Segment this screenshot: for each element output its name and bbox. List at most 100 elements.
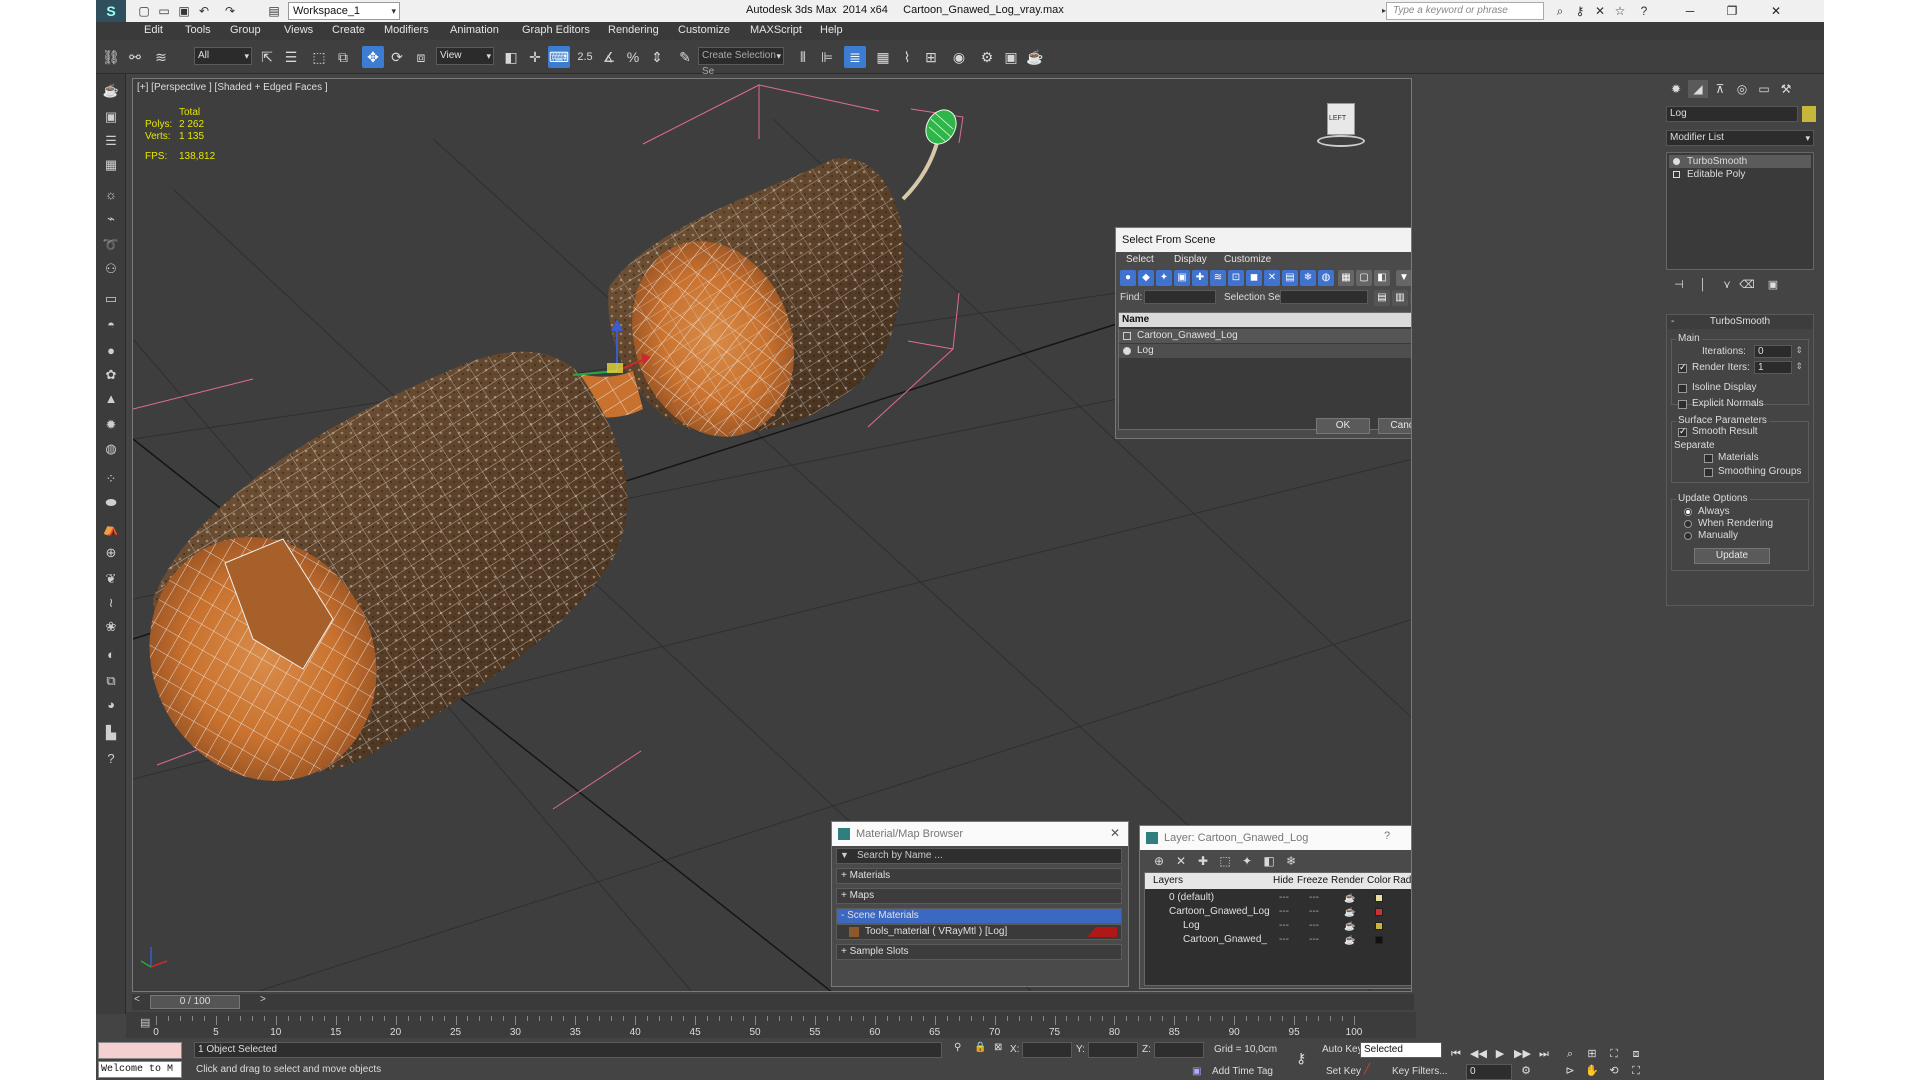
sfs-lights-filter-icon[interactable]: ✦ bbox=[1156, 270, 1172, 286]
rendered-frame-window-icon[interactable]: ▣ bbox=[1000, 46, 1022, 68]
torus-knot-icon[interactable]: ✿ bbox=[100, 364, 122, 386]
sfs-frozen-filter-icon[interactable]: ❄ bbox=[1300, 270, 1316, 286]
reference-coord-dropdown[interactable]: View bbox=[436, 47, 494, 65]
binoculars-icon[interactable]: ⌕ bbox=[1552, 3, 1568, 19]
sfs-helpers-filter-icon[interactable]: ✚ bbox=[1192, 270, 1208, 286]
snaps-toggle-icon[interactable]: 2.5 bbox=[574, 46, 596, 68]
render-iters-spinner[interactable]: 1 bbox=[1754, 361, 1803, 374]
redo-icon[interactable]: ↷ bbox=[222, 3, 238, 19]
layer-color-swatch[interactable] bbox=[1375, 936, 1383, 944]
separate-smoothing-checkbox[interactable] bbox=[1704, 468, 1713, 477]
menu-rendering[interactable]: Rendering bbox=[608, 24, 659, 36]
object-name-field[interactable]: Log bbox=[1666, 106, 1798, 122]
viewport-label[interactable]: [+] [Perspective ] [Shaded + Edged Faces… bbox=[137, 82, 328, 93]
project-folder-icon[interactable]: ▤ bbox=[266, 3, 282, 19]
layer-color-swatch[interactable] bbox=[1375, 922, 1383, 930]
auto-key-button[interactable]: Auto Key bbox=[1322, 1044, 1363, 1055]
key-icon[interactable]: ⚷ bbox=[1572, 3, 1588, 19]
sfs-display-none-icon[interactable]: ▢ bbox=[1356, 270, 1372, 286]
graphite-ribbon-icon[interactable]: ▦ bbox=[872, 46, 894, 68]
freeze-toggle[interactable]: --- bbox=[1309, 905, 1319, 919]
globe-icon[interactable]: ⊕ bbox=[100, 542, 122, 564]
maximize-button[interactable]: ❐ bbox=[1712, 0, 1752, 22]
camera-icon[interactable]: ⛺ bbox=[100, 518, 122, 540]
hair-icon[interactable]: ≀ bbox=[100, 592, 122, 614]
mb-materials-group[interactable]: + Materials bbox=[836, 868, 1122, 884]
percent-snap-icon[interactable]: % bbox=[622, 46, 644, 68]
spiral-icon[interactable]: ➰ bbox=[100, 234, 122, 256]
utilities-tab-icon[interactable]: ⚒ bbox=[1776, 80, 1796, 98]
menu-views[interactable]: Views bbox=[284, 24, 313, 36]
particles-icon[interactable]: ⁘ bbox=[100, 468, 122, 490]
object-color-swatch[interactable] bbox=[1802, 106, 1816, 122]
sfs-bones-filter-icon[interactable]: ✕ bbox=[1264, 270, 1280, 286]
workspace-dropdown[interactable]: Workspace_1 bbox=[288, 2, 400, 20]
radiosity-icon[interactable]: ☼ bbox=[1411, 933, 1412, 947]
create-layer-icon[interactable]: ⊕ bbox=[1148, 850, 1170, 872]
align-icon[interactable]: ⊫ bbox=[816, 46, 838, 68]
field-of-view-icon[interactable]: ⊳ bbox=[1562, 1064, 1578, 1078]
col-radiosity[interactable]: Radiosity bbox=[1393, 874, 1411, 888]
help-circle-icon[interactable]: ? bbox=[100, 748, 122, 770]
sfs-xrefs-filter-icon[interactable]: ◼ bbox=[1246, 270, 1262, 286]
hide-all-layers-icon[interactable]: ◧ bbox=[1258, 850, 1280, 872]
set-key-button[interactable]: Set Key bbox=[1326, 1066, 1361, 1077]
sfs-cancel-button[interactable]: Cancel bbox=[1378, 418, 1411, 434]
maximize-viewport-icon[interactable]: ⛶ bbox=[1628, 1064, 1644, 1078]
half-sphere-icon[interactable]: ◓ bbox=[100, 314, 122, 336]
time-slider[interactable]: < 0 / 100 > bbox=[132, 994, 1414, 1010]
perspective-viewport[interactable]: [+] [Perspective ] [Shaded + Edged Faces… bbox=[132, 78, 1412, 992]
next-frame-icon[interactable]: ▶▶ bbox=[1514, 1047, 1531, 1061]
sfs-ok-button[interactable]: OK bbox=[1316, 418, 1370, 434]
menu-help[interactable]: Help bbox=[820, 24, 843, 36]
time-slider-knob[interactable]: 0 / 100 bbox=[150, 995, 240, 1009]
sfs-groups-filter-icon[interactable]: ⊡ bbox=[1228, 270, 1244, 286]
sfs-set-create-icon[interactable]: ▤ bbox=[1374, 290, 1390, 306]
exchange-icon[interactable]: ✕ bbox=[1592, 3, 1608, 19]
render-toggle-icon[interactable]: ☕ bbox=[1344, 919, 1355, 933]
layer-color-swatch[interactable] bbox=[1375, 894, 1383, 902]
box-primitive-icon[interactable]: ▭ bbox=[100, 288, 122, 310]
layer-manager-icon[interactable]: ≣ bbox=[844, 46, 866, 68]
add-to-layer-icon[interactable]: ✚ bbox=[1192, 850, 1214, 872]
play-icon[interactable]: ▶ bbox=[1492, 1047, 1508, 1061]
menu-customize[interactable]: Customize bbox=[678, 24, 730, 36]
col-freeze[interactable]: Freeze bbox=[1297, 874, 1328, 888]
schematic-view-icon[interactable]: ⊞ bbox=[920, 46, 942, 68]
favorites-star-icon[interactable]: ☆ bbox=[1612, 3, 1628, 19]
hide-toggle[interactable]: --- bbox=[1279, 891, 1289, 905]
select-rotate-icon[interactable]: ⟳ bbox=[386, 46, 408, 68]
modifier-stack[interactable]: TurboSmooth Editable Poly bbox=[1666, 152, 1814, 270]
mb-sample-slots-group[interactable]: + Sample Slots bbox=[836, 944, 1122, 960]
link-icon[interactable]: ⛓ bbox=[100, 46, 122, 68]
smooth-result-checkbox[interactable] bbox=[1678, 426, 1687, 437]
menu-maxscript[interactable]: MAXScript bbox=[750, 24, 802, 36]
log-mesh[interactable] bbox=[133, 104, 962, 821]
sfs-containers-filter-icon[interactable]: ▤ bbox=[1282, 270, 1298, 286]
sfs-name-column[interactable]: Name bbox=[1119, 313, 1411, 327]
mb-scene-materials-group[interactable]: - Scene Materials bbox=[836, 908, 1122, 924]
orbit-icon[interactable]: ⟲ bbox=[1606, 1064, 1622, 1078]
mb-maps-group[interactable]: + Maps bbox=[836, 888, 1122, 904]
pin-stack-icon[interactable]: ⊣ bbox=[1670, 276, 1688, 294]
angle-snap-icon[interactable]: ∡ bbox=[598, 46, 620, 68]
radiosity-icon[interactable]: ☼ bbox=[1411, 891, 1412, 905]
sfs-invert-icon[interactable]: ◧ bbox=[1374, 270, 1390, 286]
iterations-spinner[interactable]: 0 bbox=[1754, 345, 1803, 358]
pan-view-icon[interactable]: ✋ bbox=[1584, 1064, 1600, 1078]
rect-selection-icon[interactable]: ⬚ bbox=[308, 46, 330, 68]
select-manipulate-icon[interactable]: ✛ bbox=[524, 46, 546, 68]
update-manually-radio[interactable] bbox=[1684, 532, 1692, 540]
capsule-icon[interactable]: ⬬ bbox=[100, 492, 122, 514]
update-rendering-radio[interactable] bbox=[1684, 520, 1692, 528]
col-render[interactable]: Render bbox=[1331, 874, 1364, 888]
undo-icon[interactable]: ↶ bbox=[196, 3, 212, 19]
curve-editor-icon[interactable]: ⌇ bbox=[896, 46, 918, 68]
key-filter-selected-dropdown[interactable]: Selected bbox=[1360, 1042, 1442, 1058]
mirror-icon[interactable]: ⫴ bbox=[792, 46, 814, 68]
sphere-primitive-icon[interactable]: ● bbox=[100, 340, 122, 362]
menu-modifiers[interactable]: Modifiers bbox=[384, 24, 429, 36]
motion-tab-icon[interactable]: ◎ bbox=[1732, 80, 1752, 98]
teapot-icon[interactable]: ☕ bbox=[100, 80, 122, 102]
time-next-icon[interactable]: > bbox=[260, 994, 266, 1005]
